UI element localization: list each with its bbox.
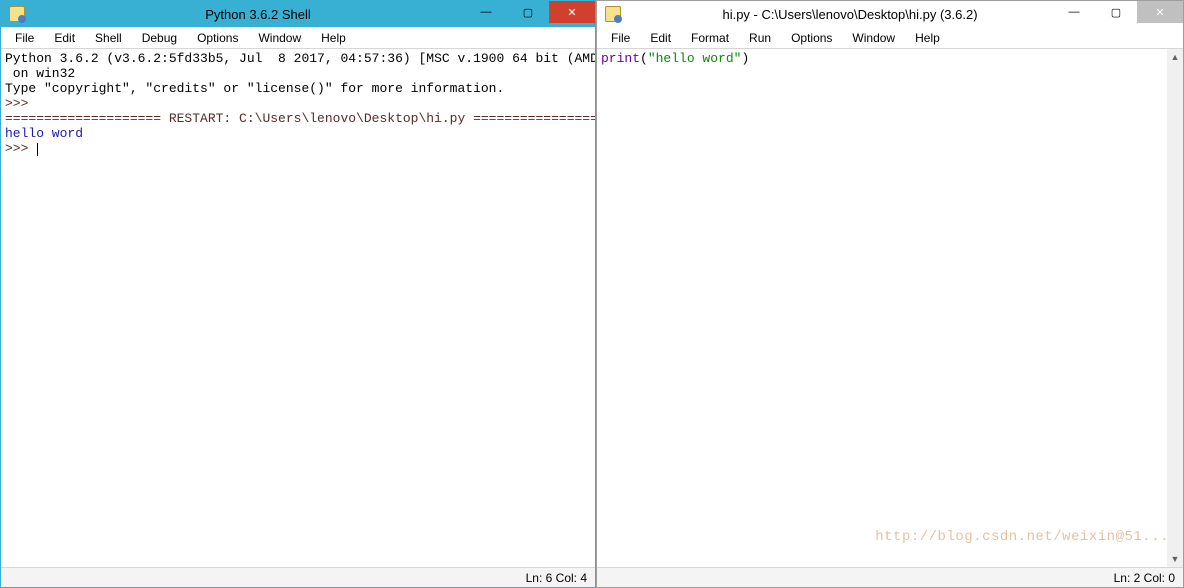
shell-text-area[interactable]: Python 3.6.2 (v3.6.2:5fd33b5, Jul 8 2017…	[1, 49, 595, 567]
editor-content: print("hello word")	[601, 51, 1179, 66]
menu-debug[interactable]: Debug	[132, 29, 187, 47]
text-cursor	[37, 143, 38, 156]
shell-window-controls: — ▢ ✕	[465, 1, 595, 23]
menu-window[interactable]: Window	[842, 29, 905, 47]
vertical-scrollbar[interactable]: ▲ ▼	[1167, 49, 1183, 567]
shell-status-position: Ln: 6 Col: 4	[526, 571, 587, 585]
idle-icon	[9, 6, 25, 22]
menu-window[interactable]: Window	[248, 29, 311, 47]
menu-edit[interactable]: Edit	[44, 29, 85, 47]
close-button[interactable]: ✕	[549, 1, 595, 23]
maximize-button[interactable]: ▢	[1095, 1, 1137, 23]
shell-statusbar: Ln: 6 Col: 4	[1, 567, 595, 587]
menu-options[interactable]: Options	[781, 29, 842, 47]
scroll-down-icon[interactable]: ▼	[1167, 551, 1183, 567]
banner-line: Python 3.6.2 (v3.6.2:5fd33b5, Jul 8 2017…	[5, 51, 595, 66]
menu-shell[interactable]: Shell	[85, 29, 132, 47]
editor-text-area[interactable]: print("hello word") ▲ ▼ http://blog.csdn…	[597, 49, 1183, 567]
prompt: >>>	[5, 141, 36, 156]
menu-file[interactable]: File	[5, 29, 44, 47]
string-literal: "hello word"	[648, 51, 742, 66]
minimize-button[interactable]: —	[465, 1, 507, 23]
rparen: )	[741, 51, 749, 66]
menu-run[interactable]: Run	[739, 29, 781, 47]
menu-file[interactable]: File	[601, 29, 640, 47]
restart-line: ==================== RESTART: C:\Users\l…	[5, 111, 595, 126]
program-output: hello word	[5, 126, 83, 141]
watermark-text: http://blog.csdn.net/weixin@51...	[875, 529, 1169, 545]
minimize-button[interactable]: —	[1053, 1, 1095, 23]
menu-edit[interactable]: Edit	[640, 29, 681, 47]
menu-format[interactable]: Format	[681, 29, 739, 47]
shell-menubar: File Edit Shell Debug Options Window Hel…	[1, 27, 595, 49]
editor-status-position: Ln: 2 Col: 0	[1114, 571, 1175, 585]
editor-menubar: File Edit Format Run Options Window Help	[597, 27, 1183, 49]
menu-options[interactable]: Options	[187, 29, 248, 47]
shell-content: Python 3.6.2 (v3.6.2:5fd33b5, Jul 8 2017…	[5, 51, 591, 156]
menu-help[interactable]: Help	[311, 29, 356, 47]
lparen: (	[640, 51, 648, 66]
prompt: >>>	[5, 96, 36, 111]
maximize-button[interactable]: ▢	[507, 1, 549, 23]
builtin-name: print	[601, 51, 640, 66]
python-shell-window: Python 3.6.2 Shell — ▢ ✕ File Edit Shell…	[0, 0, 596, 588]
editor-statusbar: Ln: 2 Col: 0	[597, 567, 1183, 587]
banner-line: on win32	[5, 66, 75, 81]
python-editor-window: hi.py - C:\Users\lenovo\Desktop\hi.py (3…	[596, 0, 1184, 588]
editor-window-controls: — ▢ ✕	[1053, 1, 1183, 23]
editor-titlebar[interactable]: hi.py - C:\Users\lenovo\Desktop\hi.py (3…	[597, 1, 1183, 27]
close-button[interactable]: ✕	[1137, 1, 1183, 23]
scroll-track[interactable]	[1167, 65, 1183, 551]
banner-line: Type "copyright", "credits" or "license(…	[5, 81, 504, 96]
shell-titlebar[interactable]: Python 3.6.2 Shell — ▢ ✕	[1, 1, 595, 27]
menu-help[interactable]: Help	[905, 29, 950, 47]
scroll-up-icon[interactable]: ▲	[1167, 49, 1183, 65]
idle-icon	[605, 6, 621, 22]
